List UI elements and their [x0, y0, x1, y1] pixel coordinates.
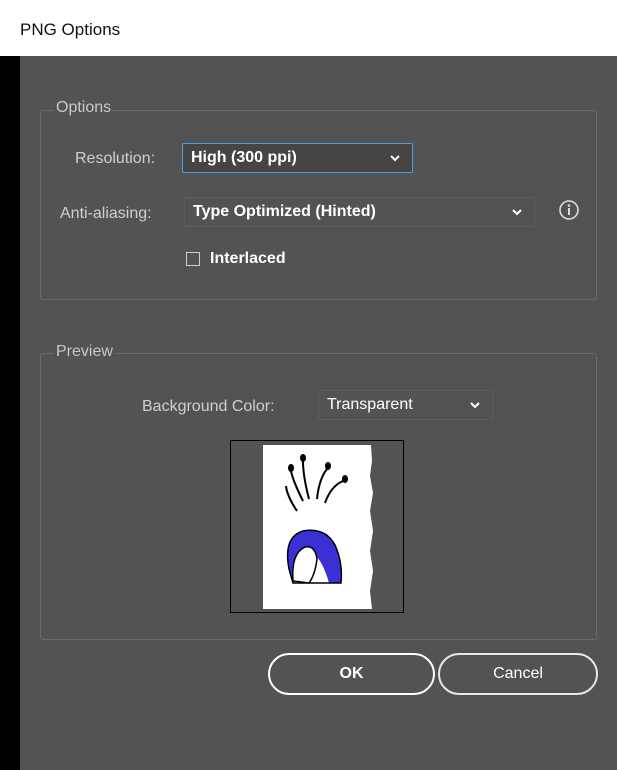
interlaced-label[interactable]: Interlaced — [210, 250, 286, 268]
title-bar: PNG Options — [0, 0, 617, 56]
antialiasing-value: Type Optimized (Hinted) — [193, 203, 376, 220]
preview-image — [263, 445, 373, 609]
resolution-value: High (300 ppi) — [191, 149, 297, 166]
window-title: PNG Options — [20, 20, 121, 39]
resolution-select[interactable]: High (300 ppi) — [182, 143, 413, 173]
background-color-value: Transparent — [327, 396, 413, 413]
png-options-dialog: PNG Options Options Resolution: High (30… — [0, 0, 617, 770]
antialiasing-select[interactable]: Type Optimized (Hinted) — [184, 197, 535, 227]
info-icon[interactable] — [558, 199, 580, 221]
antialiasing-label: Anti-aliasing: — [60, 205, 152, 222]
chevron-down-icon — [470, 402, 480, 409]
preview-legend: Preview — [54, 343, 115, 361]
cancel-button[interactable]: Cancel — [438, 653, 598, 695]
chevron-down-icon — [512, 209, 522, 216]
options-legend: Options — [54, 99, 114, 117]
resolution-label: Resolution: — [75, 150, 156, 167]
interlaced-checkbox[interactable] — [186, 252, 200, 266]
preview-image-frame — [230, 440, 404, 613]
background-color-label: Background Color: — [142, 398, 275, 415]
window-frame-left — [0, 56, 20, 770]
background-color-select[interactable]: Transparent — [318, 390, 493, 420]
chevron-down-icon — [390, 155, 400, 162]
ok-button[interactable]: OK — [268, 653, 435, 695]
